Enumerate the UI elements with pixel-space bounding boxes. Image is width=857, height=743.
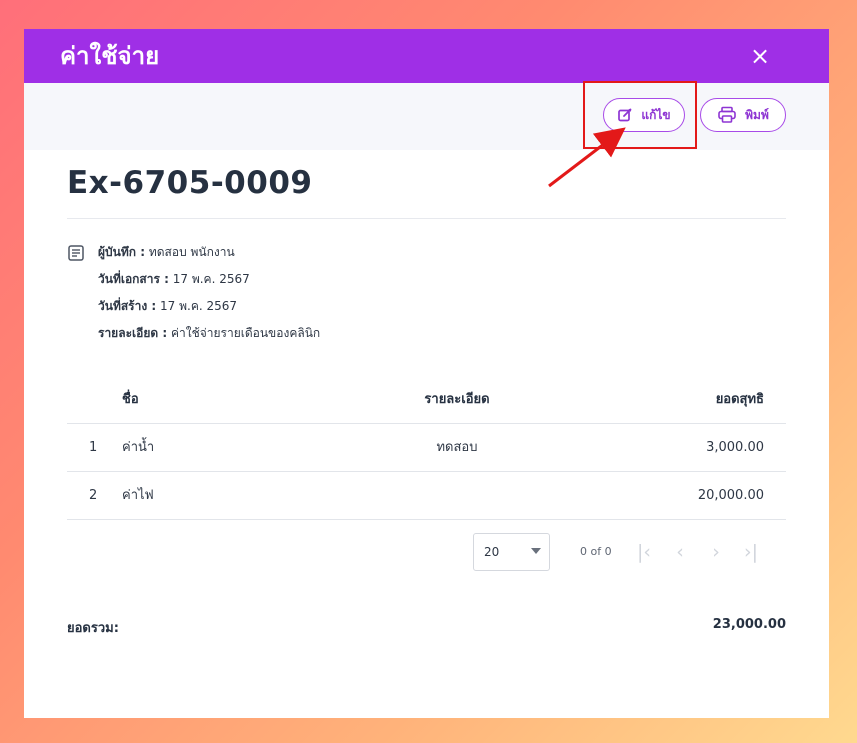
details-label: รายละเอียด : [98, 326, 168, 340]
document-date-value: 17 พ.ค. 2567 [172, 272, 250, 286]
action-toolbar: แก้ไข พิมพ์ [24, 83, 829, 150]
document-icon [67, 244, 85, 262]
total-column-header: ยอดสุทธิ [715, 392, 764, 407]
created-date-label: วันที่สร้าง : [98, 299, 157, 313]
row-name: ค่าไฟ [122, 488, 154, 503]
table-header: ชื่อ รายละเอียด ยอดสุทธิ [67, 376, 786, 424]
row-detail: ทดสอบ [436, 440, 478, 455]
page-size-value: 20 [484, 545, 500, 559]
chevron-down-icon [531, 548, 541, 554]
page-size-select[interactable]: 20 [473, 533, 550, 571]
dialog-title: ค่าใช้จ่าย [60, 42, 160, 70]
name-column-header: ชื่อ [122, 392, 139, 407]
recorder-label: ผู้บันทึก : [98, 245, 146, 259]
expense-table: ชื่อ รายละเอียด ยอดสุทธิ 1 ค่าน้ำ ทดสอบ … [67, 376, 786, 520]
summary-row: ยอดรวม: 23,000.00 [67, 617, 786, 637]
printer-icon [717, 106, 737, 124]
print-button[interactable]: พิมพ์ [700, 98, 786, 132]
first-page-icon[interactable]: |‹ [630, 539, 658, 565]
table-row: 1 ค่าน้ำ ทดสอบ 3,000.00 [67, 424, 786, 472]
detail-column-header: รายละเอียด [424, 392, 490, 407]
row-name: ค่าน้ำ [122, 440, 155, 455]
section-divider [67, 218, 786, 219]
document-date-row: วันที่เอกสาร : 17 พ.ค. 2567 [98, 266, 320, 293]
dialog-header: ค่าใช้จ่าย × [24, 29, 829, 83]
page-count: 0 of 0 [580, 545, 612, 558]
row-index: 2 [89, 488, 98, 503]
table-row: 2 ค่าไฟ 20,000.00 [67, 472, 786, 520]
details-value: ค่าใช้จ่ายรายเดือนของคลินิก [170, 326, 321, 340]
details-row: รายละเอียด : ค่าใช้จ่ายรายเดือนของคลินิก [98, 320, 320, 347]
pagination: 20 0 of 0 |‹ ‹ › ›| [473, 533, 786, 571]
expense-dialog: ค่าใช้จ่าย × แก้ไข พิมพ์ Ex-6705-0009 ผู… [24, 29, 829, 718]
row-total: 3,000.00 [706, 440, 764, 455]
summary-value: 23,000.00 [712, 617, 786, 632]
print-button-label: พิมพ์ [745, 107, 769, 122]
previous-page-icon[interactable]: ‹ [666, 539, 694, 565]
document-number: Ex-6705-0009 [67, 165, 313, 201]
close-icon[interactable]: × [746, 42, 774, 70]
last-page-icon[interactable]: ›| [737, 539, 765, 565]
document-metadata: ผู้บันทึก : ทดสอบ พนักงาน วันที่เอกสาร :… [98, 239, 320, 347]
recorder-row: ผู้บันทึก : ทดสอบ พนักงาน [98, 239, 320, 266]
document-date-label: วันที่เอกสาร : [98, 272, 169, 286]
row-index: 1 [89, 440, 98, 455]
highlight-box [583, 81, 697, 149]
summary-label: ยอดรวม: [67, 621, 119, 636]
next-page-icon[interactable]: › [702, 539, 730, 565]
created-date-row: วันที่สร้าง : 17 พ.ค. 2567 [98, 293, 320, 320]
row-total: 20,000.00 [697, 488, 764, 503]
recorder-value: ทดสอบ พนักงาน [148, 245, 235, 259]
created-date-value: 17 พ.ค. 2567 [160, 299, 238, 313]
